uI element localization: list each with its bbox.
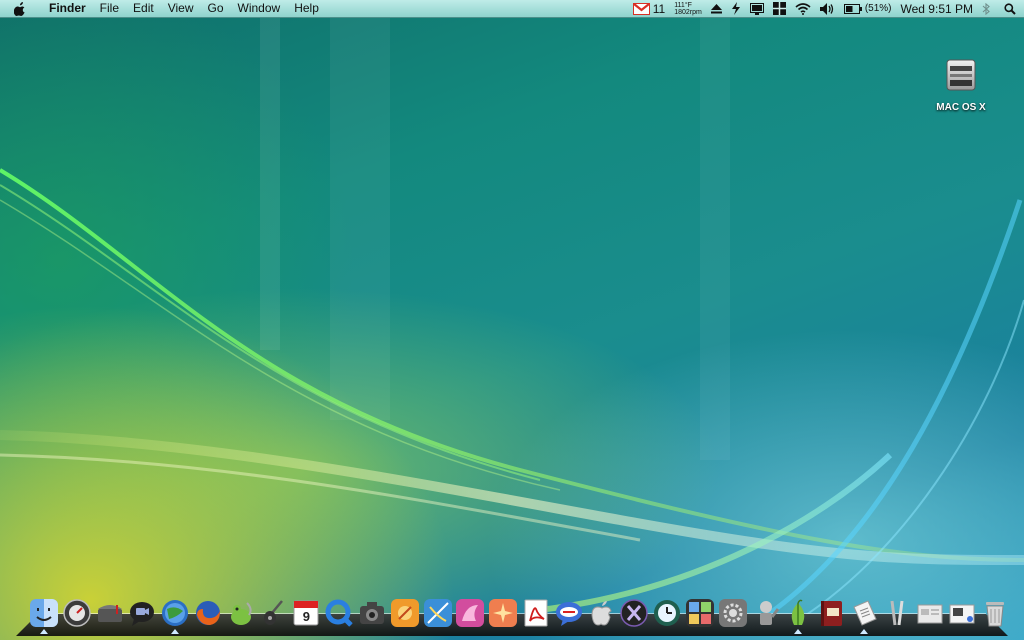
dock: 9 bbox=[30, 597, 1014, 634]
dock-item-documents-stack[interactable] bbox=[916, 599, 944, 627]
menu-window[interactable]: Window bbox=[231, 0, 288, 17]
illustrator-icon bbox=[423, 599, 452, 627]
running-indicator bbox=[171, 629, 180, 634]
dock-item-automator[interactable] bbox=[752, 599, 780, 627]
indesign-icon bbox=[456, 599, 485, 627]
dock-item-indesign[interactable] bbox=[456, 599, 485, 627]
running-indicator bbox=[40, 629, 48, 634]
menu-bar: Finder File Edit View Go Window Help 11 … bbox=[0, 0, 1024, 18]
dock-item-ical[interactable]: 9 bbox=[292, 599, 320, 627]
battery-status[interactable]: (51%) bbox=[843, 3, 892, 14]
cpu-temperature: 111°F bbox=[674, 1, 692, 9]
safari-icon bbox=[162, 600, 189, 626]
hard-drive-icon bbox=[946, 59, 976, 91]
running-indicator bbox=[859, 629, 868, 634]
running-indicator bbox=[794, 629, 803, 634]
dock-item-garageband[interactable] bbox=[260, 599, 288, 627]
activity-icon[interactable] bbox=[731, 2, 741, 15]
dock-item-image-capture[interactable] bbox=[358, 599, 386, 627]
documents-stack-icon bbox=[917, 604, 943, 624]
battery-icon bbox=[843, 3, 862, 14]
menu-view[interactable]: View bbox=[161, 0, 201, 17]
dock-item-illustrator[interactable] bbox=[423, 599, 452, 627]
status-menus: 11 111°F 1802rpm (51%) Wed 9:51 PM bbox=[624, 0, 1016, 17]
dock-item-script-editor[interactable] bbox=[850, 599, 878, 634]
script-editor-icon bbox=[853, 600, 877, 626]
dock-item-spaces[interactable] bbox=[685, 599, 714, 627]
battery-percentage: (51%) bbox=[864, 3, 892, 14]
ical-date: 9 bbox=[302, 609, 310, 624]
apple-menu-icon[interactable] bbox=[14, 1, 32, 16]
desktop-icon-hard-drive[interactable]: MAC OS X bbox=[930, 56, 992, 113]
wallpaper bbox=[0, 0, 1024, 626]
automator-robot-icon bbox=[759, 601, 779, 625]
dock-item-x11[interactable] bbox=[620, 599, 649, 627]
dock-item-adium[interactable] bbox=[227, 599, 255, 627]
tools-icon bbox=[890, 600, 904, 626]
dictionary-icon bbox=[821, 601, 843, 626]
dock-item-dashboard[interactable] bbox=[63, 599, 91, 627]
x11-icon bbox=[620, 599, 649, 627]
firefox-icon bbox=[195, 601, 220, 625]
dashboard-icon bbox=[63, 599, 91, 627]
bluetooth-icon[interactable] bbox=[982, 2, 990, 15]
mail-icon bbox=[97, 605, 122, 622]
desktop-icon-label: MAC OS X bbox=[936, 102, 986, 113]
menu-edit[interactable]: Edit bbox=[126, 0, 161, 17]
menu-help[interactable]: Help bbox=[287, 0, 326, 17]
gmail-unread-count: 11 bbox=[652, 1, 666, 16]
dock-item-downloads-stack[interactable] bbox=[948, 599, 976, 627]
dock-item-onion-app[interactable] bbox=[784, 599, 812, 634]
dock-item-trash[interactable] bbox=[981, 599, 1009, 627]
guitar-icon bbox=[263, 600, 283, 625]
spotlight-search-icon[interactable] bbox=[1004, 2, 1016, 15]
spaces-grid-icon bbox=[685, 599, 714, 627]
time-machine-icon bbox=[654, 600, 681, 626]
dock-item-firefox[interactable] bbox=[194, 599, 222, 627]
menu-file[interactable]: File bbox=[93, 0, 126, 17]
gear-icon bbox=[718, 599, 747, 627]
dock-item-mail[interactable] bbox=[96, 599, 124, 627]
comic-life-icon bbox=[555, 602, 582, 626]
spaces-icon[interactable] bbox=[772, 2, 786, 15]
eject-icon[interactable] bbox=[710, 3, 722, 14]
display-icon[interactable] bbox=[749, 2, 764, 15]
dock-item-ichat[interactable] bbox=[128, 599, 156, 627]
temperature-monitor[interactable]: 111°F 1802rpm bbox=[674, 2, 702, 16]
downloads-stack-icon bbox=[949, 604, 975, 624]
ichat-icon bbox=[130, 602, 155, 626]
fan-speed: 1802rpm bbox=[674, 8, 702, 16]
acrobat-icon bbox=[524, 599, 548, 627]
dock-item-photoshop[interactable] bbox=[390, 599, 419, 627]
quicktime-icon bbox=[325, 599, 353, 627]
camera-icon bbox=[359, 602, 384, 624]
dock-item-comic-life[interactable] bbox=[555, 599, 583, 627]
onion-icon bbox=[792, 599, 805, 625]
trash-icon bbox=[986, 602, 1005, 627]
dock-item-time-machine[interactable] bbox=[653, 599, 681, 627]
menu-app-name[interactable]: Finder bbox=[42, 0, 93, 17]
apple-logo-icon bbox=[591, 601, 612, 626]
clock[interactable]: Wed 9:51 PM bbox=[901, 2, 973, 16]
dock-item-safari[interactable] bbox=[161, 599, 189, 634]
menu-go[interactable]: Go bbox=[201, 0, 231, 17]
wifi-icon[interactable] bbox=[795, 2, 811, 15]
dock-item-acrobat[interactable] bbox=[522, 599, 550, 627]
fireworks-icon bbox=[489, 599, 518, 627]
finder-icon bbox=[30, 599, 58, 627]
gmail-icon bbox=[632, 2, 650, 15]
dock-item-finder[interactable] bbox=[30, 599, 58, 634]
dock-item-quicktime[interactable] bbox=[325, 599, 353, 627]
dock-item-apple-support[interactable] bbox=[588, 599, 616, 627]
adium-icon bbox=[230, 602, 252, 625]
dock-item-fireworks[interactable] bbox=[489, 599, 518, 627]
dock-item-system-preferences[interactable] bbox=[718, 599, 747, 627]
dock-item-utilities-folder[interactable] bbox=[883, 599, 911, 627]
gmail-notifier[interactable]: 11 bbox=[632, 1, 666, 16]
photoshop-icon bbox=[390, 599, 419, 627]
dock-item-dictionary[interactable] bbox=[817, 599, 845, 627]
volume-icon[interactable] bbox=[819, 2, 835, 15]
